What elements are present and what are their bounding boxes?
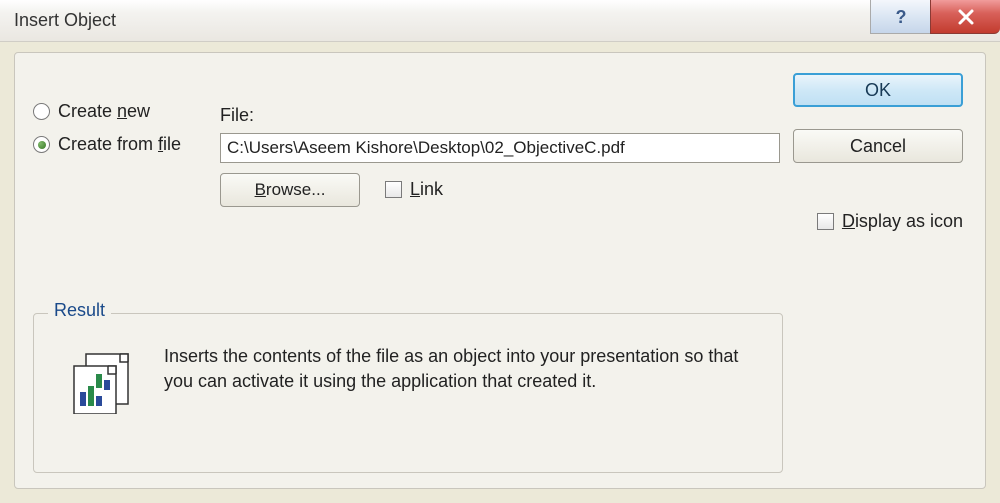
display-as-icon-label: Display as icon [842, 211, 963, 232]
create-source-radiogroup: Create new Create from file [33, 101, 181, 167]
dialog-content: Create new Create from file File: Browse… [14, 52, 986, 489]
svg-text:?: ? [895, 7, 906, 27]
radio-create-new[interactable]: Create new [33, 101, 181, 122]
checkbox-icon [385, 181, 402, 198]
ok-button[interactable]: OK [793, 73, 963, 107]
browse-button[interactable]: Browse... [220, 173, 360, 207]
close-button[interactable] [930, 0, 1000, 34]
dialog-title: Insert Object [14, 10, 116, 31]
radio-icon [33, 103, 50, 120]
cancel-button[interactable]: Cancel [793, 129, 963, 163]
result-description: Inserts the contents of the file as an o… [164, 344, 762, 394]
radio-create-from-file-label: Create from file [58, 134, 181, 155]
link-label: Link [410, 179, 443, 200]
checkbox-icon [817, 213, 834, 230]
help-icon: ? [892, 7, 910, 27]
radio-create-from-file[interactable]: Create from file [33, 134, 181, 155]
result-group: Result Inserts the contents of the file … [33, 313, 783, 473]
close-icon [955, 8, 977, 26]
file-path-input[interactable] [220, 133, 780, 163]
result-legend: Result [48, 300, 111, 321]
radio-create-new-label: Create new [58, 101, 150, 122]
link-checkbox[interactable]: Link [385, 179, 443, 200]
titlebar: Insert Object ? [0, 0, 1000, 42]
file-label: File: [220, 105, 254, 126]
embedded-object-icon [68, 352, 138, 419]
radio-icon [33, 136, 50, 153]
display-as-icon-checkbox[interactable]: Display as icon [817, 211, 963, 232]
help-button[interactable]: ? [870, 0, 930, 34]
titlebar-controls: ? [870, 0, 1000, 34]
